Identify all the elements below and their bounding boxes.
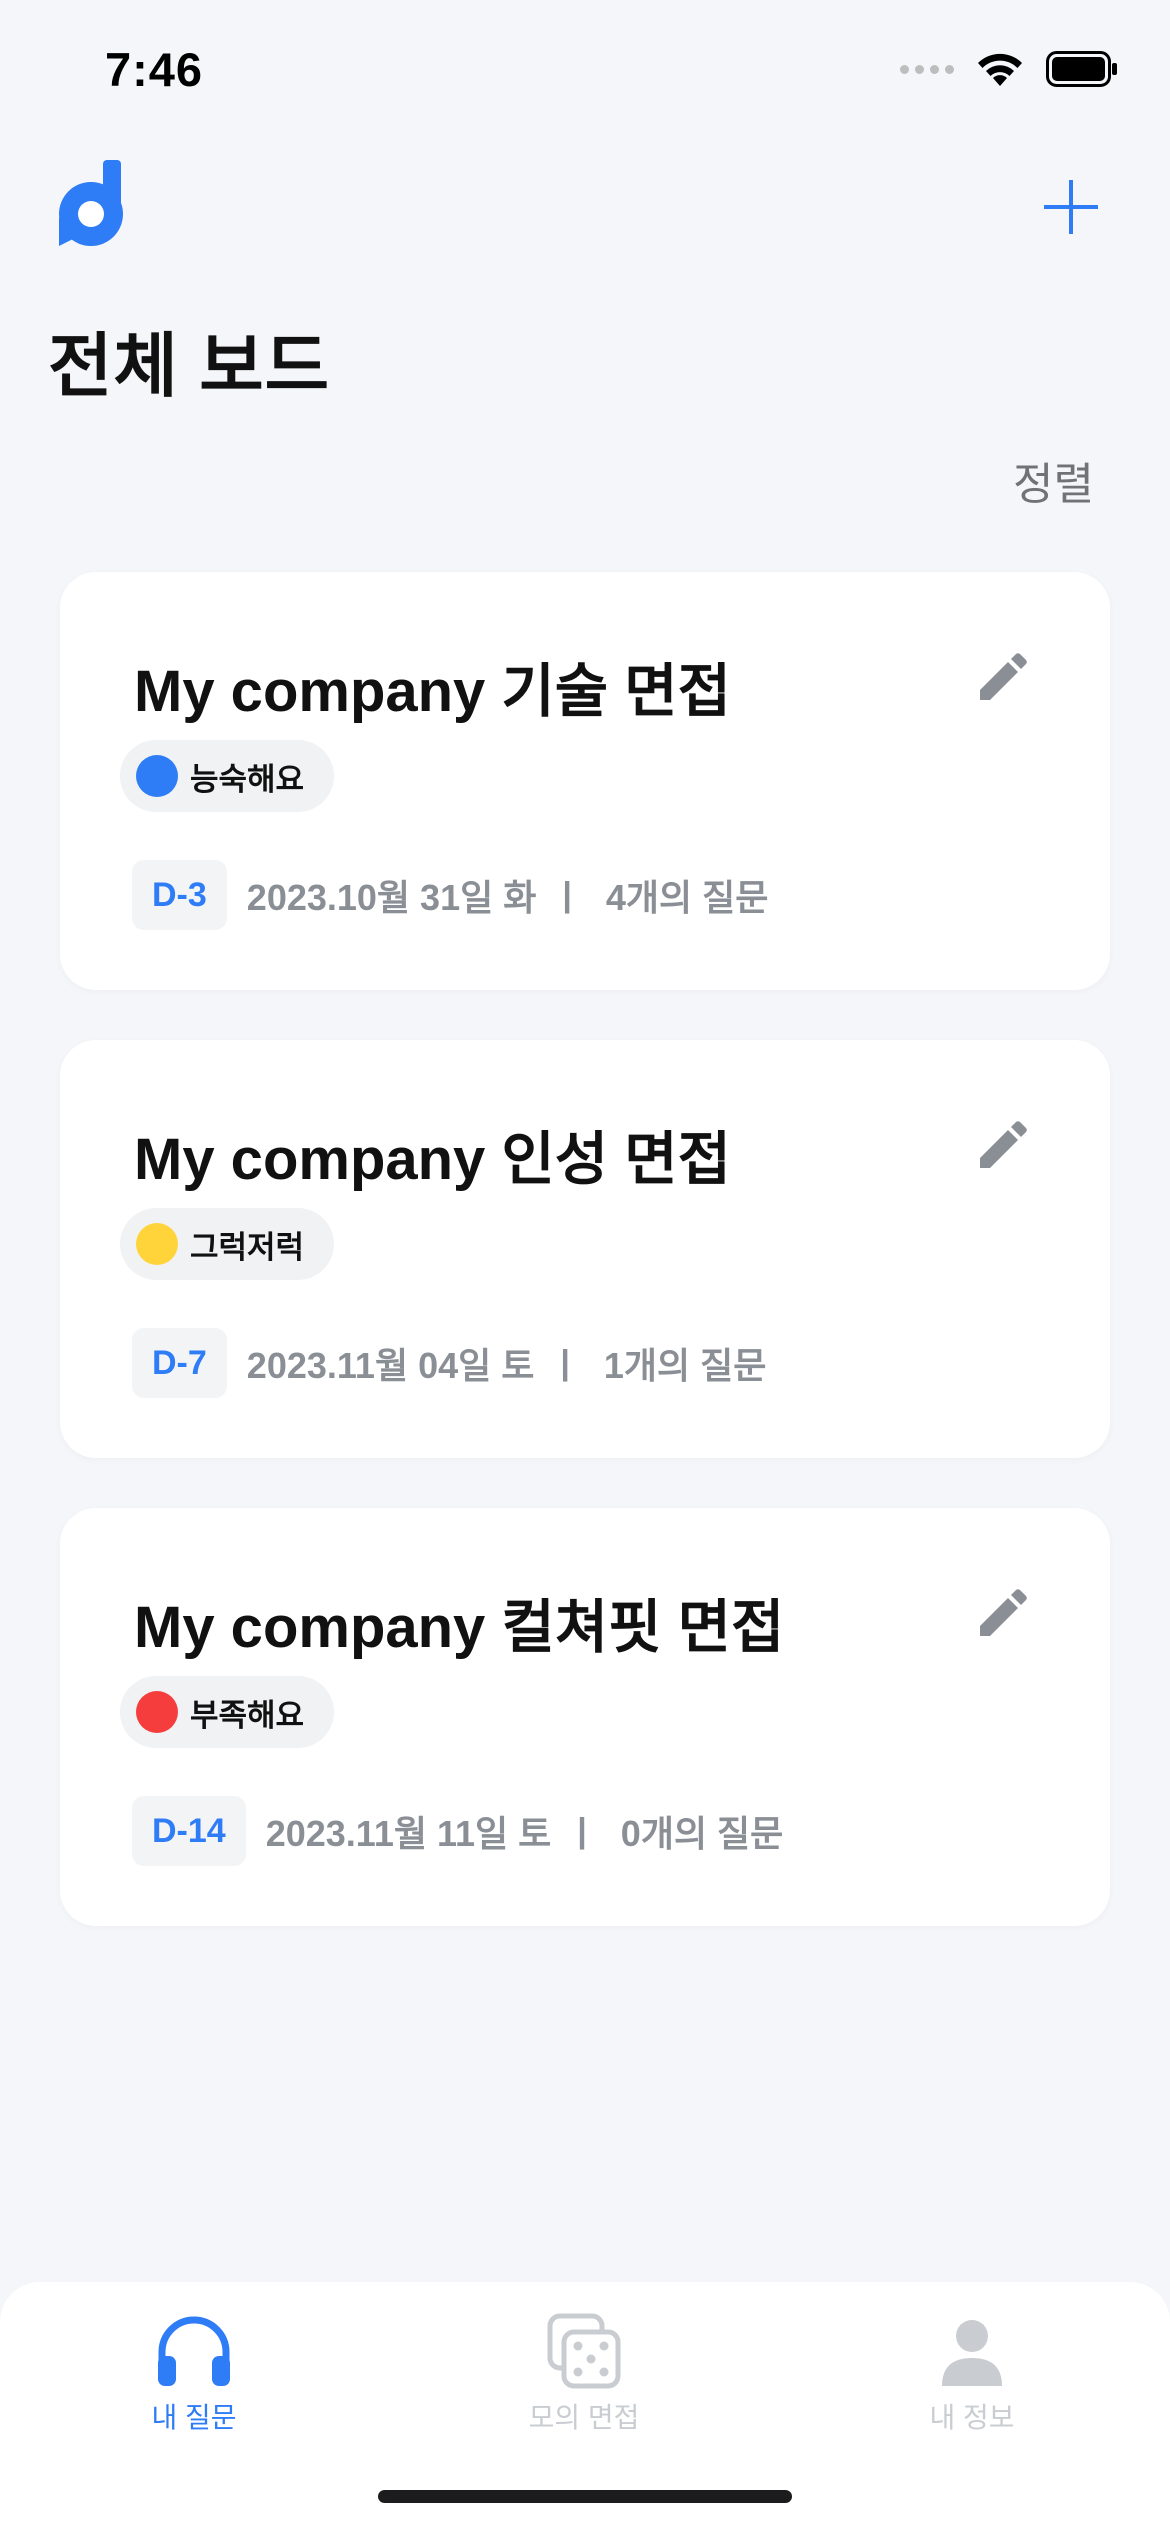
level-dot-icon [136,1691,178,1733]
meta-separator: | [577,1811,587,1850]
add-board-button[interactable] [1042,178,1100,236]
level-dot-icon [136,755,178,797]
board-title: My company 컬쳐핏 면접 [134,1595,785,1660]
tab-label: 모의 면접 [528,2402,640,2433]
level-dot-icon [136,1223,178,1265]
edit-pencil-icon[interactable] [972,650,1030,708]
dday-badge: D-7 [132,1328,227,1398]
cellular-signal-icon [900,64,954,74]
level-label: 능숙해요 [190,761,305,797]
dday-badge: D-3 [132,860,227,930]
screen: 7:46 전체 보드 정렬 My company 기술 면접 능숙해요 D-3 … [0,0,1170,2532]
board-title: My company 인성 면접 [134,1127,731,1192]
board-title: My company 기술 면접 [134,659,731,724]
board-card[interactable]: My company 기술 면접 능숙해요 D-3 2023.10월 31일 화… [60,572,1110,990]
home-indicator [378,2490,792,2503]
meta-separator: | [562,875,572,914]
dday-badge: D-14 [132,1796,246,1866]
headphones-icon [158,2316,230,2386]
status-bar: 7:46 [0,0,1170,140]
meta-separator: | [560,1343,570,1382]
question-count: 0개의 질문 [620,1813,784,1854]
dice-icon [547,2313,621,2389]
status-time: 7:46 [105,43,204,96]
sort-button[interactable]: 정렬 [1013,448,1094,512]
board-meta: D-14 2023.11월 11일 토 | 0개의 질문 [132,1796,783,1866]
level-badge: 그럭저럭 [120,1208,334,1280]
board-date: 2023.11월 11일 토 [265,1813,552,1854]
edit-pencil-icon[interactable] [972,1586,1030,1644]
board-date: 2023.10월 31일 화 [246,877,537,918]
board-card[interactable]: My company 컬쳐핏 면접 부족해요 D-14 2023.11월 11일… [60,1508,1110,1926]
board-list: My company 기술 면접 능숙해요 D-3 2023.10월 31일 화… [60,572,1110,1976]
question-count: 1개의 질문 [603,1345,767,1386]
wifi-icon [978,53,1022,86]
edit-pencil-icon[interactable] [972,1118,1030,1176]
board-card[interactable]: My company 인성 면접 그럭저럭 D-7 2023.11월 04일 토… [60,1040,1110,1458]
board-meta: D-3 2023.10월 31일 화 | 4개의 질문 [132,860,768,930]
status-icons [900,50,1118,88]
battery-icon [1046,51,1117,87]
level-badge: 능숙해요 [120,740,334,812]
board-date: 2023.11월 04일 토 [246,1345,535,1386]
tab-label: 내 정보 [929,2402,1015,2433]
level-label: 부족해요 [190,1697,305,1733]
question-count: 4개의 질문 [605,877,769,918]
level-badge: 부족해요 [120,1676,334,1748]
board-meta: D-7 2023.11월 04일 토 | 1개의 질문 [132,1328,766,1398]
tab-my-info[interactable]: 내 정보 [872,2296,1072,2436]
page-title: 전체 보드 [48,327,331,405]
tab-mock-interview[interactable]: 모의 면접 [484,2296,684,2436]
app-logo-icon [59,160,123,246]
level-label: 그럭저럭 [190,1229,305,1265]
tab-my-questions[interactable]: 내 질문 [94,2296,294,2436]
person-icon [942,2320,1002,2386]
tab-label: 내 질문 [151,2402,237,2433]
